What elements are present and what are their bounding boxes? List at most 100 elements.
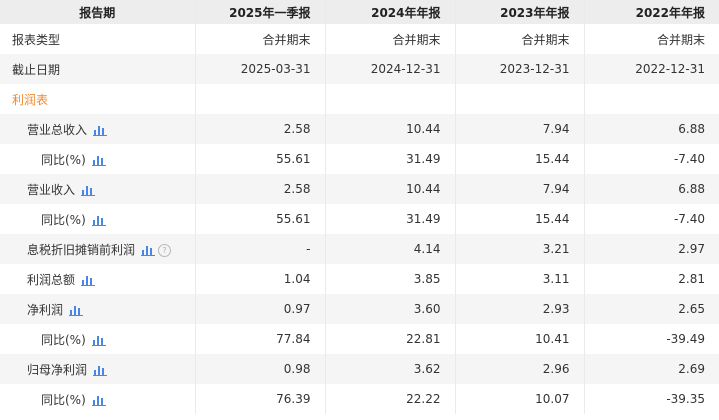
row-total-revenue-yoy: 同比(%) 55.61 31.49 15.44 -7.40	[0, 144, 719, 174]
row-label-cell: 息税折旧摊销前利润?	[0, 234, 196, 264]
bar-chart-icon[interactable]	[91, 214, 106, 226]
cell-value: 2.93	[455, 294, 585, 324]
help-icon[interactable]: ?	[158, 243, 172, 257]
cell-value: -39.49	[584, 324, 719, 354]
row-operating-revenue-yoy: 同比(%) 55.61 31.49 15.44 -7.40	[0, 204, 719, 234]
cell-value: 0.97	[195, 294, 326, 324]
cell-value: 31.49	[325, 204, 456, 234]
header-period-4[interactable]: 2022年年报	[584, 0, 719, 24]
row-label: 净利润	[27, 302, 64, 317]
header-period-1[interactable]: 2025年一季报	[195, 0, 326, 24]
cell-value: 3.85	[325, 264, 456, 294]
bar-chart-icon[interactable]	[91, 334, 106, 346]
cell-value: 55.61	[195, 204, 326, 234]
row-label: 同比(%)	[41, 332, 86, 347]
cell-value: -	[195, 234, 326, 264]
cell-value: 2.58	[195, 174, 326, 204]
row-report-type: 报表类型 合并期末 合并期末 合并期末 合并期末	[0, 24, 719, 54]
row-label-cell: 归母净利润	[0, 354, 196, 384]
row-parent-net-profit: 归母净利润 0.98 3.62 2.96 2.69	[0, 354, 719, 384]
financial-table: 报告期 2025年一季报 2024年年报 2023年年报 2022年年报 报表类…	[0, 0, 719, 414]
cell-value: -39.35	[584, 384, 719, 414]
cell-value: 22.81	[325, 324, 456, 354]
cell-value: 3.11	[455, 264, 585, 294]
empty-cell	[455, 84, 585, 114]
cell-value: 10.07	[455, 384, 585, 414]
bar-chart-icon[interactable]	[141, 244, 156, 256]
row-label-cell: 同比(%)	[0, 384, 196, 414]
cell-value: 合并期末	[455, 24, 585, 54]
cell-value: 76.39	[195, 384, 326, 414]
cell-value: 3.60	[325, 294, 456, 324]
cell-value: 4.14	[325, 234, 456, 264]
row-label-cell: 同比(%)	[0, 324, 196, 354]
bar-chart-icon[interactable]	[91, 154, 106, 166]
header-period-3[interactable]: 2023年年报	[455, 0, 585, 24]
bar-chart-icon[interactable]	[81, 184, 96, 196]
row-label: 归母净利润	[27, 362, 88, 377]
section-row-income-statement: 利润表	[0, 84, 719, 114]
row-label-cell: 净利润	[0, 294, 196, 324]
cell-value: 15.44	[455, 204, 585, 234]
cell-value: 3.21	[455, 234, 585, 264]
row-net-profit: 净利润 0.97 3.60 2.93 2.65	[0, 294, 719, 324]
empty-cell	[195, 84, 326, 114]
row-parent-net-profit-yoy: 同比(%) 76.39 22.22 10.07 -39.35	[0, 384, 719, 414]
cell-value: 0.98	[195, 354, 326, 384]
row-label: 营业总收入	[27, 122, 88, 137]
row-label: 同比(%)	[41, 152, 86, 167]
row-label-cell: 同比(%)	[0, 204, 196, 234]
section-title: 利润表	[0, 84, 196, 114]
cell-value: 2.81	[584, 264, 719, 294]
empty-cell	[584, 84, 719, 114]
cell-value: 2.97	[584, 234, 719, 264]
header-report-period: 报告期	[0, 0, 196, 24]
cell-value: 2023-12-31	[455, 54, 585, 84]
row-label: 营业收入	[27, 182, 76, 197]
row-ebitda: 息税折旧摊销前利润? - 4.14 3.21 2.97	[0, 234, 719, 264]
row-label-cell: 利润总额	[0, 264, 196, 294]
cell-value: 合并期末	[325, 24, 456, 54]
bar-chart-icon[interactable]	[93, 124, 108, 136]
cell-value: 7.94	[455, 174, 585, 204]
cell-value: 6.88	[584, 114, 719, 144]
cell-value: 合并期末	[584, 24, 719, 54]
row-label: 利润总额	[27, 272, 76, 287]
cell-value: 22.22	[325, 384, 456, 414]
row-label: 息税折旧摊销前利润	[27, 242, 136, 257]
cell-value: 31.49	[325, 144, 456, 174]
cell-value: 55.61	[195, 144, 326, 174]
cell-value: 2.58	[195, 114, 326, 144]
row-label-cell: 同比(%)	[0, 144, 196, 174]
row-end-date: 截止日期 2025-03-31 2024-12-31 2023-12-31 20…	[0, 54, 719, 84]
row-label-cell: 营业收入	[0, 174, 196, 204]
header-period-2[interactable]: 2024年年报	[325, 0, 456, 24]
row-label-cell: 营业总收入	[0, 114, 196, 144]
bar-chart-icon[interactable]	[93, 364, 108, 376]
bar-chart-icon[interactable]	[69, 304, 84, 316]
table-header-row: 报告期 2025年一季报 2024年年报 2023年年报 2022年年报	[0, 0, 719, 24]
cell-value: 2022-12-31	[584, 54, 719, 84]
row-total-profit: 利润总额 1.04 3.85 3.11 2.81	[0, 264, 719, 294]
cell-value: 2024-12-31	[325, 54, 456, 84]
row-label: 截止日期	[0, 54, 196, 84]
cell-value: -7.40	[584, 204, 719, 234]
bar-chart-icon[interactable]	[91, 394, 106, 406]
cell-value: 2.65	[584, 294, 719, 324]
row-label: 同比(%)	[41, 212, 86, 227]
cell-value: 1.04	[195, 264, 326, 294]
cell-value: 2025-03-31	[195, 54, 326, 84]
cell-value: 15.44	[455, 144, 585, 174]
cell-value: 3.62	[325, 354, 456, 384]
row-operating-revenue: 营业收入 2.58 10.44 7.94 6.88	[0, 174, 719, 204]
row-net-profit-yoy: 同比(%) 77.84 22.81 10.41 -39.49	[0, 324, 719, 354]
cell-value: 合并期末	[195, 24, 326, 54]
cell-value: 10.44	[325, 174, 456, 204]
cell-value: 2.96	[455, 354, 585, 384]
cell-value: 6.88	[584, 174, 719, 204]
bar-chart-icon[interactable]	[81, 274, 96, 286]
row-label: 同比(%)	[41, 392, 86, 407]
empty-cell	[325, 84, 456, 114]
cell-value: 77.84	[195, 324, 326, 354]
row-label: 报表类型	[0, 24, 196, 54]
